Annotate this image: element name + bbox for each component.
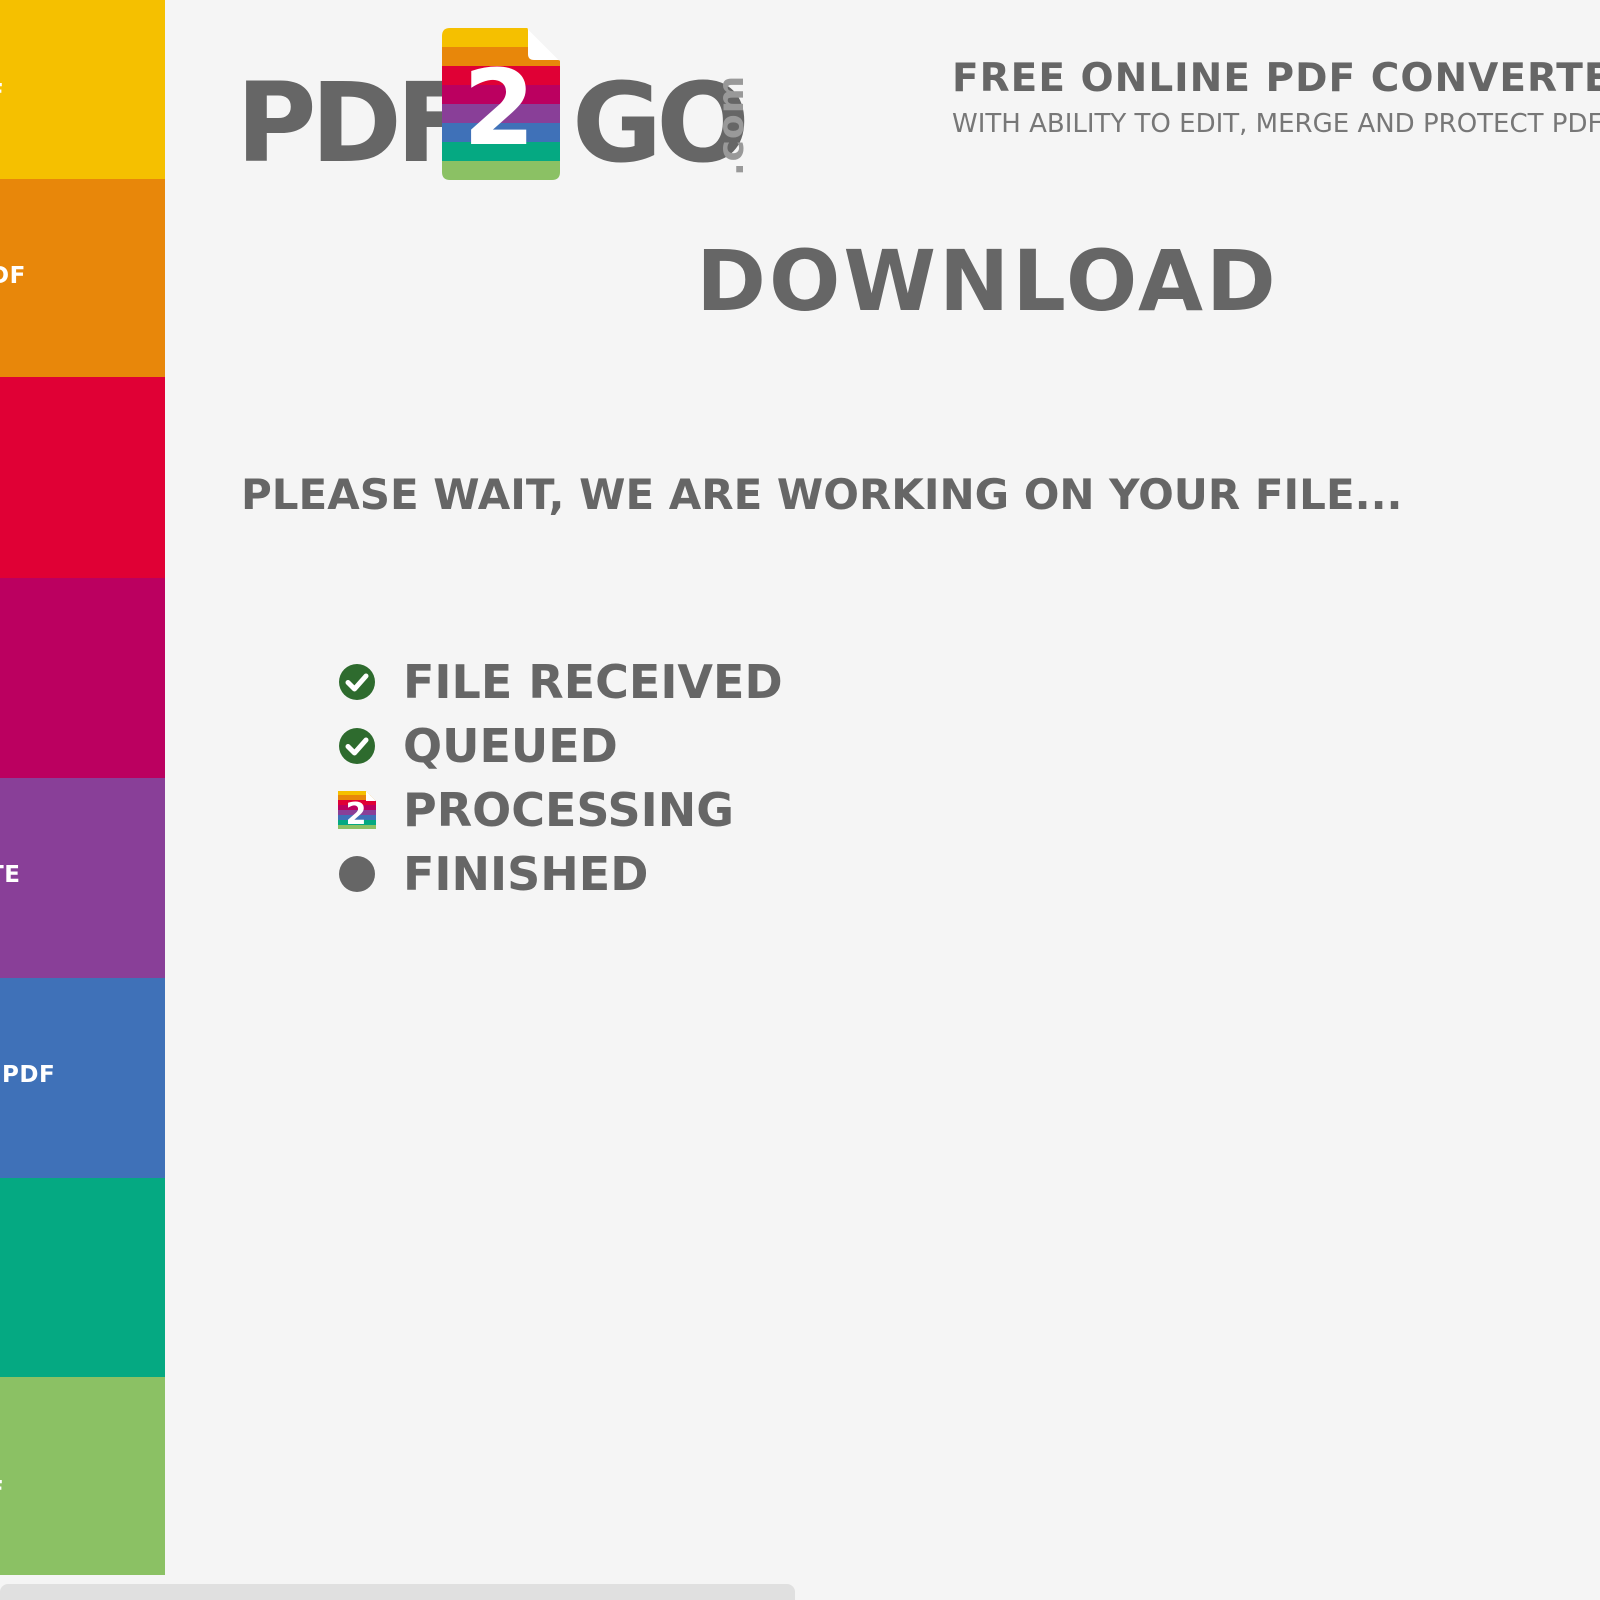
step-label: QUEUED	[403, 719, 618, 773]
pdf2go-spinner-icon: 2	[338, 791, 376, 830]
tagline-subtitle: WITH ABILITY TO EDIT, MERGE AND PROTECT …	[952, 109, 1600, 139]
progress-steps: FILE RECEIVED QUEUED 2 PROCESSING FINISH…	[337, 650, 783, 906]
step-finished: FINISHED	[337, 842, 783, 906]
step-processing: 2 PROCESSING	[337, 778, 783, 842]
logo-document-icon: 2	[442, 28, 560, 180]
sidebar-item-3[interactable]	[0, 377, 165, 578]
status-message: PLEASE WAIT, WE ARE WORKING ON YOUR FILE…	[241, 470, 1403, 519]
sidebar-item-1[interactable]: F	[0, 0, 165, 179]
sidebar-item-4[interactable]	[0, 578, 165, 778]
step-file-received: FILE RECEIVED	[337, 650, 783, 714]
step-queued: QUEUED	[337, 714, 783, 778]
step-label: FINISHED	[403, 847, 649, 901]
svg-text:2: 2	[346, 797, 367, 830]
horizontal-scrollbar[interactable]	[0, 1584, 795, 1600]
sidebar-item-6[interactable]: PDF	[0, 978, 165, 1178]
logo-digit: 2	[463, 47, 535, 169]
sidebar-item-5[interactable]: TE	[0, 778, 165, 978]
logo-stripe	[338, 791, 376, 796]
sidebar-item-7[interactable]	[0, 1178, 165, 1377]
dot-icon	[339, 856, 375, 892]
header-tagline: FREE ONLINE PDF CONVERTER WITH ABILITY T…	[952, 56, 1600, 139]
check-circle-icon	[339, 664, 375, 700]
sidebar-item-label: PDF	[2, 1062, 56, 1088]
sidebar-item-label: TE	[0, 862, 21, 888]
step-label: PROCESSING	[403, 783, 734, 837]
pdf2go-logo[interactable]: PDF 2 GO .com	[236, 26, 756, 181]
page: F DF TE PDF F PDF	[0, 0, 1600, 1600]
logo-suffix: .com	[711, 74, 752, 176]
logo-text-pdf: PDF	[236, 59, 471, 187]
step-label: FILE RECEIVED	[403, 655, 783, 709]
sidebar-item-label: F	[0, 1477, 4, 1503]
sidebar-item-label: F	[0, 80, 4, 106]
tagline-title: FREE ONLINE PDF CONVERTER	[952, 56, 1600, 101]
sidebar-item-8[interactable]: F	[0, 1377, 165, 1575]
page-title: DOWNLOAD	[696, 232, 1279, 330]
check-circle-icon	[339, 728, 375, 764]
